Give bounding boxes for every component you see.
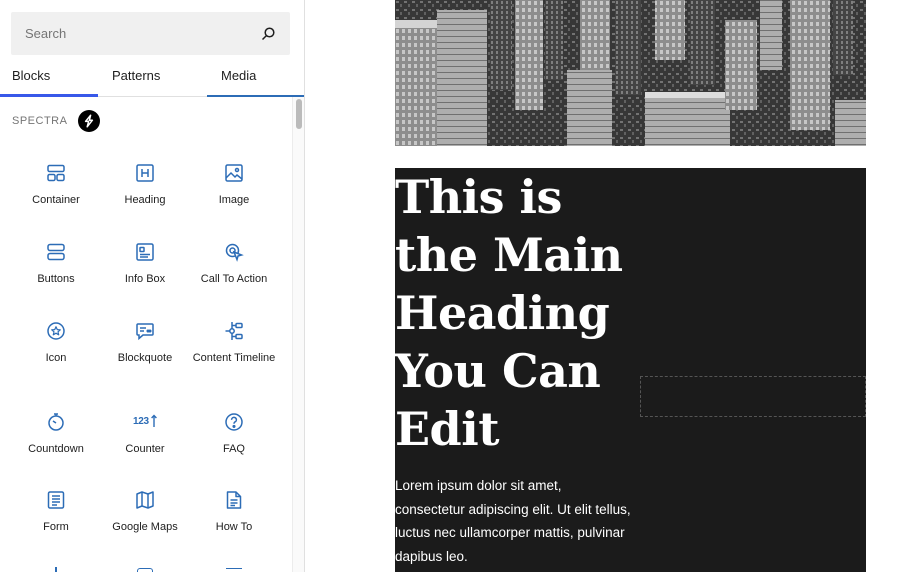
category-title: SPECTRA <box>12 115 68 127</box>
heading-icon <box>135 163 155 183</box>
form-icon <box>46 490 66 510</box>
block-label: Info Box <box>124 273 166 285</box>
cityscape-image[interactable] <box>395 0 866 146</box>
block-faq[interactable]: FAQ <box>190 412 278 486</box>
how-to-icon <box>224 490 244 510</box>
block-inserter-panel: Blocks Patterns Media SPECTRA Container <box>0 0 305 572</box>
block-label: Form <box>43 521 69 533</box>
countdown-icon <box>46 412 66 432</box>
faq-icon <box>224 412 244 432</box>
inserter-tabs: Blocks Patterns Media <box>0 63 304 97</box>
next-row-icons <box>0 566 292 572</box>
block-label: Google Maps <box>112 521 178 533</box>
scrollbar-thumb[interactable] <box>296 99 302 129</box>
tab-media[interactable]: Media <box>221 63 256 97</box>
block-label: Container <box>32 194 80 206</box>
block-icon-partial <box>137 568 153 572</box>
block-counter[interactable]: 123 Counter <box>101 412 189 486</box>
google-maps-icon <box>135 490 155 510</box>
active-tab-indicator <box>0 94 98 97</box>
empty-block-placeholder[interactable] <box>640 376 866 417</box>
block-google-maps[interactable]: Google Maps <box>101 490 189 564</box>
block-container[interactable]: Container <box>12 163 100 237</box>
category-header: SPECTRA <box>12 109 101 133</box>
block-label: Buttons <box>37 273 75 285</box>
block-call-to-action[interactable]: Call To Action <box>190 242 278 316</box>
content-timeline-icon <box>224 321 244 341</box>
buttons-icon <box>46 242 66 262</box>
block-heading[interactable]: Heading <box>101 163 189 237</box>
block-label: Heading <box>124 194 166 206</box>
block-label: How To <box>215 521 253 533</box>
main-heading[interactable]: This is the Main Heading You Can Edit <box>395 168 635 458</box>
tab-focus-indicator <box>207 95 304 97</box>
block-blockquote[interactable]: Blockquote <box>101 321 189 395</box>
block-content-timeline[interactable]: Content Timeline <box>190 321 278 395</box>
scrollbar-track[interactable] <box>292 97 304 572</box>
info-box-icon <box>135 242 155 262</box>
block-countdown[interactable]: Countdown <box>12 412 100 486</box>
block-icon-partial <box>226 568 242 572</box>
call-to-action-icon <box>224 242 244 262</box>
block-label: Counter <box>125 443 165 455</box>
block-form[interactable]: Form <box>12 490 100 564</box>
image-icon <box>224 163 244 183</box>
block-label: Blockquote <box>117 352 173 364</box>
spectra-bolt-icon <box>78 110 101 132</box>
counter-icon: 123 <box>133 412 157 432</box>
search-icon[interactable] <box>260 26 276 42</box>
container-icon <box>46 163 66 183</box>
block-label: Call To Action <box>200 273 268 285</box>
tab-patterns[interactable]: Patterns <box>112 63 160 97</box>
block-label: Content Timeline <box>192 352 276 364</box>
block-info-box[interactable]: Info Box <box>101 242 189 316</box>
block-label: Countdown <box>28 443 84 455</box>
search-box <box>11 12 290 55</box>
editor-canvas: This is the Main Heading You Can Edit Lo… <box>306 0 900 572</box>
star-circle-icon <box>46 321 66 341</box>
blockquote-icon <box>135 321 155 341</box>
search-input[interactable] <box>11 12 251 55</box>
block-icon-partial <box>55 567 57 572</box>
block-label: Image <box>218 194 250 206</box>
block-image[interactable]: Image <box>190 163 278 237</box>
block-how-to[interactable]: How To <box>190 490 278 564</box>
hero-paragraph[interactable]: Lorem ipsum dolor sit amet, consectetur … <box>395 474 631 568</box>
block-label: Icon <box>45 352 67 364</box>
tab-blocks[interactable]: Blocks <box>12 63 50 97</box>
block-buttons[interactable]: Buttons <box>12 242 100 316</box>
hero-section[interactable]: This is the Main Heading You Can Edit Lo… <box>395 168 866 572</box>
block-label: FAQ <box>222 443 245 455</box>
block-icon[interactable]: Icon <box>12 321 100 395</box>
